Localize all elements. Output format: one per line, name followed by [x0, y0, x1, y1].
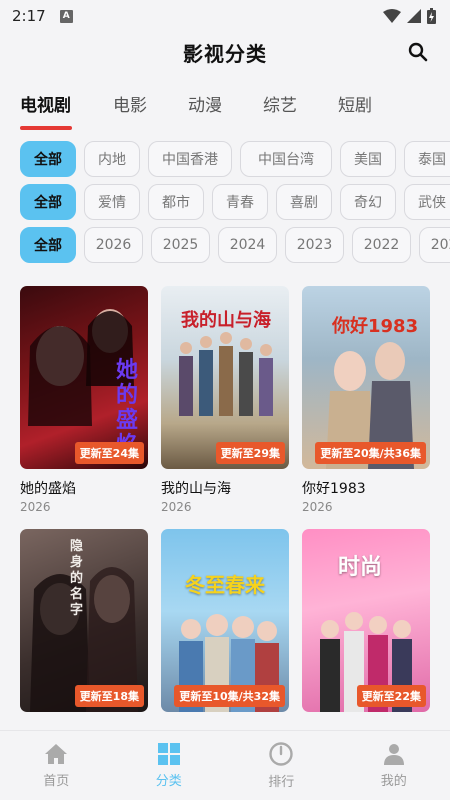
- drama-card[interactable]: 冬至春来 更新至10集/共32集: [161, 529, 289, 712]
- wifi-icon: [383, 9, 401, 23]
- region-chip[interactable]: 中国香港: [148, 141, 232, 177]
- genre-chip[interactable]: 武侠: [404, 184, 450, 220]
- genre-chip[interactable]: 都市: [148, 184, 204, 220]
- card-year: 2026: [161, 500, 192, 514]
- tab-variety[interactable]: 综艺: [263, 72, 338, 134]
- tab-movies[interactable]: 电影: [113, 72, 188, 134]
- bottom-nav: 首页 分类 排行 我的: [0, 730, 450, 800]
- year-chip[interactable]: 2025: [151, 227, 210, 263]
- status-right: [383, 8, 436, 24]
- poster-title: 冬至春来: [185, 573, 265, 597]
- signal-icon: [407, 9, 421, 23]
- poster-image: 我的山与海 更新至29集: [161, 286, 289, 469]
- year-chip[interactable]: 2024: [218, 227, 277, 263]
- region-chip[interactable]: 美国: [340, 141, 396, 177]
- drama-card[interactable]: 我的山与海 更新至29集 我的山与海 2026: [161, 286, 289, 514]
- episode-badge: 更新至22集: [356, 685, 426, 707]
- card-title: 你好1983: [302, 481, 366, 497]
- tab-label: 短剧: [338, 95, 372, 116]
- poster-image: 隐身的名字 更新至18集: [20, 529, 148, 712]
- genre-chip[interactable]: 喜剧: [276, 184, 332, 220]
- drama-card[interactable]: 她的盛焰 更新至24集 她的盛焰 2026: [20, 286, 148, 514]
- notification-a-icon: A: [59, 9, 73, 23]
- nav-label: 排行: [268, 774, 295, 790]
- active-tab-indicator: [20, 126, 72, 130]
- nav-label: 分类: [155, 773, 182, 789]
- header: 影视分类: [0, 32, 450, 72]
- page-title: 影视分类: [183, 41, 267, 66]
- episode-badge: 更新至24集: [74, 442, 144, 464]
- status-time: 2:17: [12, 7, 46, 25]
- battery-icon: [427, 8, 436, 24]
- region-chip[interactable]: 内地: [84, 141, 140, 177]
- drama-card[interactable]: 时尚 更新至22集: [302, 529, 430, 712]
- genre-chip[interactable]: 奇幻: [340, 184, 396, 220]
- year-chip[interactable]: 2023: [285, 227, 344, 263]
- poster-title: 时尚: [338, 555, 383, 580]
- home-icon: [45, 743, 68, 764]
- status-bar: 2:17 A: [0, 0, 450, 32]
- poster-title: 我的山与海: [181, 310, 271, 331]
- ranking-icon: [269, 741, 293, 766]
- status-left: 2:17 A: [12, 7, 73, 25]
- nav-profile[interactable]: 我的: [338, 731, 450, 800]
- drama-card[interactable]: 你好1983 更新至20集/共36集 你好1983 2026: [302, 286, 430, 514]
- search-button[interactable]: [406, 40, 430, 64]
- tab-label: 动漫: [188, 95, 222, 116]
- year-chip[interactable]: 2022: [352, 227, 411, 263]
- region-filter-row: 全部 内地 中国香港 中国台湾 美国 泰国: [20, 141, 450, 179]
- filters: 全部 内地 中国香港 中国台湾 美国 泰国 全部 爱情 都市 青春 喜剧 奇幻 …: [0, 134, 450, 265]
- poster-image: 冬至春来 更新至10集/共32集: [161, 529, 289, 712]
- region-chip[interactable]: 泰国: [404, 141, 450, 177]
- poster-image: 她的盛焰 更新至24集: [20, 286, 148, 469]
- poster-title: 你好1983: [332, 316, 419, 337]
- genre-chip[interactable]: 青春: [212, 184, 268, 220]
- nav-ranking[interactable]: 排行: [225, 731, 338, 800]
- card-year: 2026: [20, 500, 51, 514]
- category-tabs: 电视剧 电影 动漫 综艺 短剧: [0, 72, 450, 134]
- nav-category[interactable]: 分类: [113, 731, 226, 800]
- search-icon: [408, 42, 428, 62]
- tab-label: 综艺: [263, 95, 297, 116]
- card-title: 我的山与海: [161, 481, 231, 497]
- drama-card[interactable]: 隐身的名字 更新至18集: [20, 529, 148, 712]
- drama-grid: 她的盛焰 更新至24集 她的盛焰 2026 我的山与海 更新至29集 我的山与海…: [0, 270, 450, 712]
- tab-tv-series[interactable]: 电视剧: [20, 72, 113, 134]
- poster-image: 你好1983 更新至20集/共36集: [302, 286, 430, 469]
- card-year: 2026: [302, 500, 333, 514]
- nav-home[interactable]: 首页: [0, 731, 113, 800]
- poster-image: 时尚 更新至22集: [302, 529, 430, 712]
- profile-icon: [383, 743, 404, 765]
- year-chip[interactable]: 2021: [419, 227, 450, 263]
- year-chip-all[interactable]: 全部: [20, 227, 76, 263]
- tab-short-drama[interactable]: 短剧: [338, 72, 413, 134]
- nav-label: 首页: [43, 773, 70, 789]
- episode-badge: 更新至29集: [215, 442, 285, 464]
- tab-anime[interactable]: 动漫: [188, 72, 263, 134]
- episode-badge: 更新至18集: [74, 685, 144, 707]
- genre-chip[interactable]: 爱情: [84, 184, 140, 220]
- poster-title: 隐身的名字: [70, 539, 84, 618]
- nav-label: 我的: [380, 773, 407, 789]
- card-title: 她的盛焰: [20, 481, 76, 497]
- tab-label: 电影: [113, 95, 147, 116]
- genre-chip-all[interactable]: 全部: [20, 184, 76, 220]
- genre-filter-row: 全部 爱情 都市 青春 喜剧 奇幻 武侠: [20, 184, 450, 222]
- episode-badge: 更新至10集/共32集: [174, 685, 285, 707]
- episode-badge: 更新至20集/共36集: [315, 442, 426, 464]
- grid-icon: [157, 742, 180, 765]
- year-chip[interactable]: 2026: [84, 227, 143, 263]
- tab-label: 电视剧: [20, 95, 71, 116]
- region-chip[interactable]: 中国台湾: [240, 141, 332, 177]
- year-filter-row: 全部 2026 2025 2024 2023 2022 2021: [20, 227, 450, 265]
- region-chip-all[interactable]: 全部: [20, 141, 76, 177]
